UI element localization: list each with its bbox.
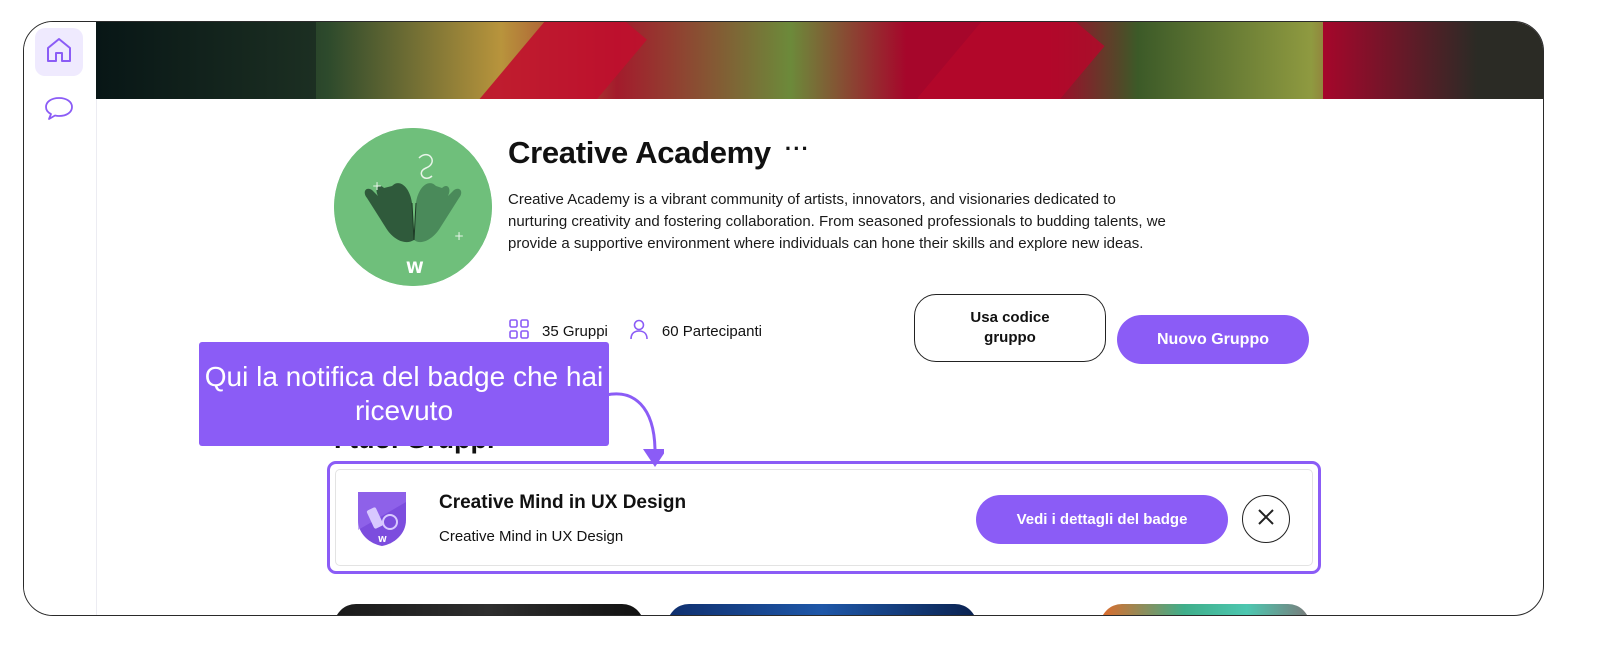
badge-notification: W Creative Mind in UX Design Creative Mi… <box>335 469 1313 566</box>
view-badge-details-button[interactable]: Vedi i dettagli del badge <box>976 495 1228 544</box>
group-card-preview[interactable] <box>334 604 644 615</box>
cover-banner <box>96 22 1543 99</box>
svg-text:+: + <box>454 229 464 243</box>
close-icon <box>1257 508 1275 531</box>
home-icon <box>44 35 74 70</box>
close-notification-button[interactable] <box>1242 495 1290 543</box>
svg-text:W: W <box>378 535 387 544</box>
onboarding-tooltip: Qui la notifica del badge che hai ricevu… <box>199 342 609 446</box>
user-icon <box>628 318 650 344</box>
sidebar-item-chat[interactable] <box>35 86 83 134</box>
svg-text:W: W <box>406 258 424 277</box>
badge-icon: W <box>356 490 408 553</box>
group-card-preview[interactable] <box>1100 604 1310 615</box>
badge-notification-highlight: W Creative Mind in UX Design Creative Mi… <box>327 461 1321 574</box>
svg-text:+: + <box>372 179 382 193</box>
stat-groups: 35 Gruppi <box>508 318 608 344</box>
community-description: Creative Academy is a vibrant community … <box>508 191 1166 252</box>
stat-participants: 60 Partecipanti <box>628 318 762 344</box>
community-stats: 35 Gruppi 60 Partecipanti <box>508 318 762 344</box>
stat-groups-label: 35 Gruppi <box>542 322 608 340</box>
title-row: Creative Academy ··· <box>508 135 810 171</box>
chat-icon <box>43 94 75 127</box>
sidebar-item-home[interactable] <box>35 28 83 76</box>
gloves-illustration: + + W <box>334 128 492 286</box>
use-group-code-button[interactable]: Usa codice gruppo <box>914 294 1106 362</box>
more-options-button[interactable]: ··· <box>785 136 810 162</box>
new-group-button[interactable]: Nuovo Gruppo <box>1117 315 1309 364</box>
sidebar <box>24 22 97 615</box>
grid-icon <box>508 318 530 344</box>
community-avatar: + + W <box>334 128 492 286</box>
notification-title: Creative Mind in UX Design <box>439 492 687 513</box>
stat-participants-label: 60 Partecipanti <box>661 322 762 340</box>
page-title: Creative Academy <box>508 135 771 170</box>
app-window: + + W Creative Academy ··· Creative Acad… <box>23 21 1544 616</box>
notification-subtitle: Creative Mind in UX Design <box>439 528 624 545</box>
group-card-preview[interactable] <box>667 604 977 615</box>
tooltip-arrow-icon <box>605 392 664 467</box>
